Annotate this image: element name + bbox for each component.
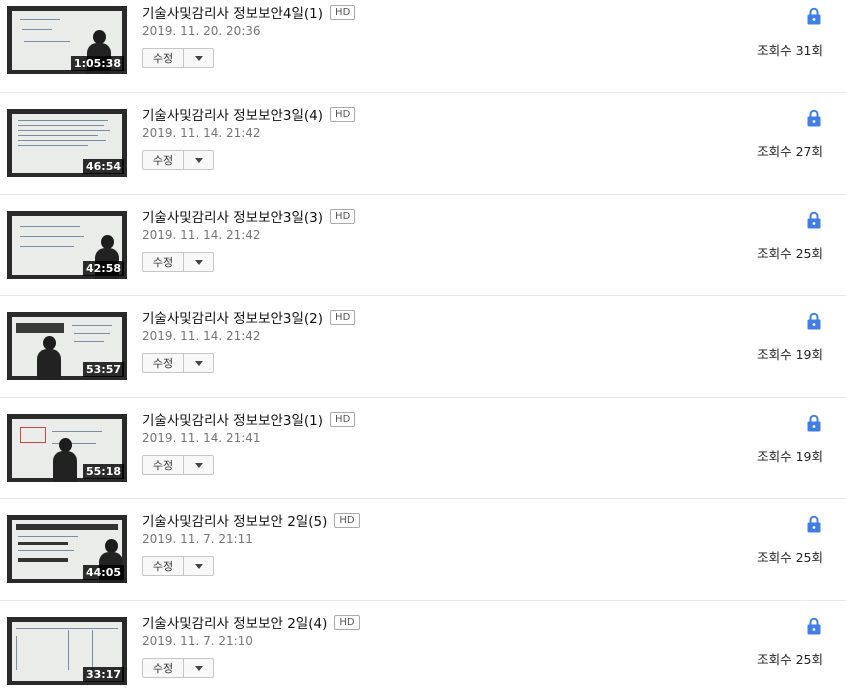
- video-row: 46:54 기술사및감리사 정보보안3일(4) HD 2019. 11. 14.…: [0, 92, 846, 194]
- view-count: 조회수 25회: [757, 550, 823, 565]
- video-row: 33:17 기술사및감리사 정보보안 2일(4) HD 2019. 11. 7.…: [0, 600, 846, 689]
- upload-date: 2019. 11. 14. 21:42: [142, 329, 261, 343]
- title-line: 기술사및감리사 정보보안3일(2) HD: [142, 307, 356, 327]
- hd-badge: HD: [330, 106, 356, 122]
- edit-button[interactable]: 수정: [142, 150, 184, 170]
- edit-button[interactable]: 수정: [142, 252, 184, 272]
- lock-icon[interactable]: [806, 211, 822, 229]
- video-row: 42:58 기술사및감리사 정보보안3일(3) HD 2019. 11. 14.…: [0, 194, 846, 296]
- edit-control: 수정: [142, 48, 214, 68]
- lock-icon[interactable]: [806, 617, 822, 635]
- edit-control: 수정: [142, 556, 214, 576]
- edit-button[interactable]: 수정: [142, 556, 184, 576]
- upload-date: 2019. 11. 7. 21:10: [142, 634, 253, 648]
- view-count: 조회수 25회: [757, 246, 823, 261]
- hd-badge: HD: [330, 309, 356, 325]
- video-thumbnail[interactable]: 42:58: [7, 211, 127, 279]
- hd-badge: HD: [334, 614, 360, 630]
- chevron-down-icon: [194, 563, 203, 569]
- lock-icon[interactable]: [806, 109, 822, 127]
- hd-badge: HD: [330, 4, 356, 20]
- title-line: 기술사및감리사 정보보안3일(4) HD: [142, 104, 356, 124]
- edit-button[interactable]: 수정: [142, 48, 184, 68]
- chevron-down-icon: [194, 55, 203, 61]
- video-thumbnail[interactable]: 46:54: [7, 109, 127, 177]
- edit-control: 수정: [142, 353, 214, 373]
- video-title[interactable]: 기술사및감리사 정보보안 2일(5): [142, 510, 327, 530]
- view-count: 조회수 19회: [757, 347, 823, 362]
- duration-badge: 44:05: [82, 565, 124, 580]
- video-thumbnail[interactable]: 1:05:38: [7, 6, 127, 74]
- video-thumbnail[interactable]: 44:05: [7, 515, 127, 583]
- video-row: 55:18 기술사및감리사 정보보안3일(1) HD 2019. 11. 14.…: [0, 397, 846, 499]
- edit-dropdown-button[interactable]: [184, 658, 214, 678]
- video-thumbnail[interactable]: 55:18: [7, 414, 127, 482]
- view-count: 조회수 31회: [757, 43, 823, 58]
- edit-control: 수정: [142, 455, 214, 475]
- edit-button[interactable]: 수정: [142, 353, 184, 373]
- video-list: 1:05:38 기술사및감리사 정보보안4일(1) HD 2019. 11. 2…: [0, 0, 846, 689]
- hd-badge: HD: [330, 411, 356, 427]
- chevron-down-icon: [194, 665, 203, 671]
- upload-date: 2019. 11. 20. 20:36: [142, 24, 261, 38]
- video-row: 44:05 기술사및감리사 정보보안 2일(5) HD 2019. 11. 7.…: [0, 498, 846, 600]
- title-line: 기술사및감리사 정보보안 2일(5) HD: [142, 510, 360, 530]
- video-row: 53:57 기술사및감리사 정보보안3일(2) HD 2019. 11. 14.…: [0, 295, 846, 397]
- lock-icon[interactable]: [806, 7, 822, 25]
- duration-badge: 55:18: [82, 464, 124, 479]
- video-title[interactable]: 기술사및감리사 정보보안 2일(4): [142, 612, 327, 632]
- video-title[interactable]: 기술사및감리사 정보보안3일(2): [142, 307, 323, 327]
- title-line: 기술사및감리사 정보보안3일(3) HD: [142, 206, 356, 226]
- duration-badge: 46:54: [82, 159, 124, 174]
- lock-icon[interactable]: [806, 312, 822, 330]
- upload-date: 2019. 11. 14. 21:41: [142, 431, 261, 445]
- upload-date: 2019. 11. 7. 21:11: [142, 532, 253, 546]
- title-line: 기술사및감리사 정보보안4일(1) HD: [142, 2, 356, 22]
- edit-control: 수정: [142, 252, 214, 272]
- hd-badge: HD: [334, 512, 360, 528]
- lock-icon[interactable]: [806, 515, 822, 533]
- chevron-down-icon: [194, 157, 203, 163]
- edit-dropdown-button[interactable]: [184, 150, 214, 170]
- view-count: 조회수 19회: [757, 449, 823, 464]
- duration-badge: 53:57: [82, 362, 124, 377]
- view-count: 조회수 27회: [757, 144, 823, 159]
- duration-badge: 33:17: [82, 667, 124, 682]
- video-thumbnail[interactable]: 53:57: [7, 312, 127, 380]
- edit-dropdown-button[interactable]: [184, 48, 214, 68]
- video-thumbnail[interactable]: 33:17: [7, 617, 127, 685]
- edit-button[interactable]: 수정: [142, 658, 184, 678]
- hd-badge: HD: [330, 208, 356, 224]
- video-title[interactable]: 기술사및감리사 정보보안3일(1): [142, 409, 323, 429]
- edit-button[interactable]: 수정: [142, 455, 184, 475]
- edit-control: 수정: [142, 658, 214, 678]
- view-count: 조회수 25회: [757, 652, 823, 667]
- chevron-down-icon: [194, 259, 203, 265]
- edit-dropdown-button[interactable]: [184, 252, 214, 272]
- title-line: 기술사및감리사 정보보안3일(1) HD: [142, 409, 356, 429]
- edit-dropdown-button[interactable]: [184, 353, 214, 373]
- edit-dropdown-button[interactable]: [184, 556, 214, 576]
- upload-date: 2019. 11. 14. 21:42: [142, 228, 261, 242]
- chevron-down-icon: [194, 462, 203, 468]
- upload-date: 2019. 11. 14. 21:42: [142, 126, 261, 140]
- video-title[interactable]: 기술사및감리사 정보보안3일(4): [142, 104, 323, 124]
- lock-icon[interactable]: [806, 414, 822, 432]
- title-line: 기술사및감리사 정보보안 2일(4) HD: [142, 612, 360, 632]
- edit-dropdown-button[interactable]: [184, 455, 214, 475]
- video-title[interactable]: 기술사및감리사 정보보안4일(1): [142, 2, 323, 22]
- edit-control: 수정: [142, 150, 214, 170]
- duration-badge: 1:05:38: [70, 56, 124, 71]
- duration-badge: 42:58: [82, 261, 124, 276]
- video-title[interactable]: 기술사및감리사 정보보안3일(3): [142, 206, 323, 226]
- chevron-down-icon: [194, 360, 203, 366]
- video-row: 1:05:38 기술사및감리사 정보보안4일(1) HD 2019. 11. 2…: [0, 0, 846, 94]
